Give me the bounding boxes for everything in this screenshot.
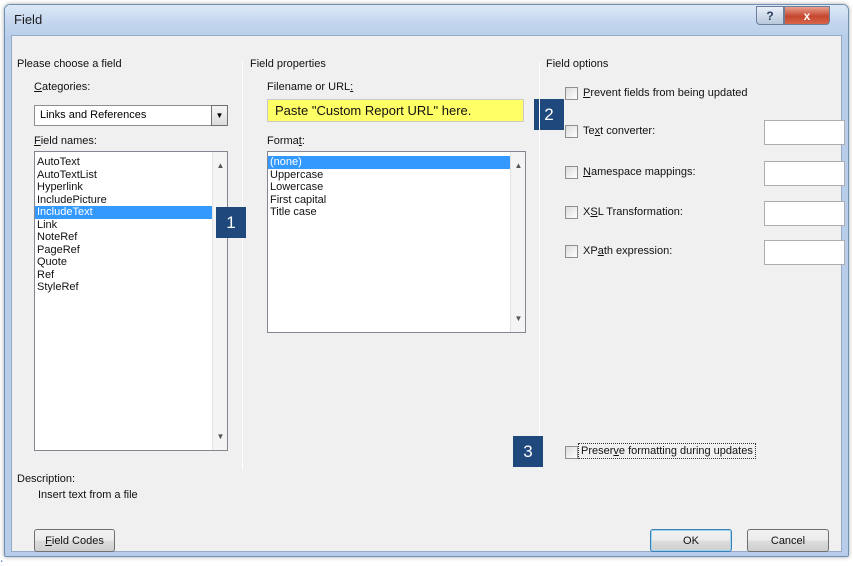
- xsl-transformation-input[interactable]: [764, 201, 845, 226]
- format-label: Format:: [267, 135, 305, 147]
- help-button[interactable]: ?: [756, 6, 784, 25]
- field-dialog: Field ? x Please choose a field Categori…: [4, 4, 849, 557]
- list-item[interactable]: AutoText: [35, 156, 227, 169]
- format-list[interactable]: (none) Uppercase Lowercase First capital…: [267, 151, 526, 333]
- list-item[interactable]: Title case: [268, 206, 525, 219]
- text-converter-label: Text converter:: [583, 125, 656, 137]
- list-item[interactable]: AutoTextList: [35, 169, 227, 182]
- list-item[interactable]: Link: [35, 219, 227, 232]
- categories-dropdown-button[interactable]: ▼: [211, 105, 228, 126]
- dialog-body: Please choose a field Categories: Links …: [11, 35, 845, 552]
- field-codes-button[interactable]: Field Codes: [34, 529, 115, 552]
- field-names-label: Field names:: [34, 135, 97, 147]
- list-item[interactable]: First capital: [268, 194, 525, 207]
- filename-url-input[interactable]: Paste "Custom Report URL" here.: [267, 99, 524, 122]
- callout-badge-1: 1: [216, 207, 246, 238]
- list-item[interactable]: NoteRef: [35, 231, 227, 244]
- ok-button[interactable]: OK: [650, 529, 732, 552]
- categories-dropdown[interactable]: Links and References ▼: [34, 105, 228, 126]
- title-bar: Field ? x: [5, 5, 848, 35]
- namespace-mappings-input[interactable]: [764, 161, 845, 186]
- field-options-group-label: Field options: [546, 58, 609, 70]
- cancel-button[interactable]: Cancel: [747, 529, 829, 552]
- right-divider: [539, 62, 540, 470]
- format-scrollbar[interactable]: ▲ ▼: [510, 152, 525, 332]
- prevent-updates-label: Prevent fields from being updated: [583, 87, 748, 99]
- xsl-transformation-label: XSL Transformation:: [583, 206, 683, 218]
- categories-label: Categories:: [34, 81, 91, 93]
- scroll-down-icon[interactable]: ▼: [213, 429, 227, 444]
- stray-link-mark: :: [0, 556, 4, 566]
- list-item[interactable]: Uppercase: [268, 169, 525, 182]
- field-names-list[interactable]: AutoText AutoTextList Hyperlink IncludeP…: [34, 151, 228, 451]
- scroll-up-icon[interactable]: ▲: [213, 158, 227, 173]
- help-icon: ?: [766, 8, 774, 23]
- list-item[interactable]: IncludePicture: [35, 194, 227, 207]
- description-label: Description:: [17, 473, 76, 485]
- xsl-transformation-checkbox[interactable]: [565, 206, 578, 219]
- close-button[interactable]: x: [784, 6, 830, 25]
- text-converter-checkbox[interactable]: [565, 125, 578, 138]
- left-divider: [242, 62, 243, 470]
- xpath-expression-checkbox[interactable]: [565, 245, 578, 258]
- choose-field-group-label: Please choose a field: [17, 58, 122, 70]
- preserve-formatting-checkbox[interactable]: [565, 446, 578, 459]
- xpath-expression-input[interactable]: [764, 240, 845, 265]
- xpath-expression-label: XPath expression:: [583, 245, 673, 257]
- dialog-title: Field: [14, 12, 43, 27]
- preserve-formatting-label: Preserve formatting during updates: [578, 443, 756, 459]
- namespace-mappings-checkbox[interactable]: [565, 166, 578, 179]
- scroll-up-icon[interactable]: ▲: [511, 158, 525, 173]
- list-item[interactable]: Lowercase: [268, 181, 525, 194]
- filename-url-label: Filename or URL:: [267, 81, 354, 93]
- scroll-down-icon[interactable]: ▼: [511, 311, 525, 326]
- chevron-down-icon: ▼: [215, 111, 224, 120]
- close-icon: x: [803, 8, 811, 23]
- field-names-scrollbar[interactable]: ▲ ▼: [212, 152, 227, 450]
- description-text: Insert text from a file: [38, 489, 138, 501]
- list-item-selected[interactable]: (none): [268, 156, 510, 169]
- text-converter-input[interactable]: [764, 120, 845, 145]
- field-properties-group-label: Field properties: [250, 58, 326, 70]
- list-item[interactable]: StyleRef: [35, 281, 227, 294]
- list-item[interactable]: Hyperlink: [35, 181, 227, 194]
- callout-badge-3: 3: [513, 436, 543, 467]
- categories-selected-value: Links and References: [40, 109, 147, 121]
- prevent-updates-checkbox[interactable]: [565, 87, 578, 100]
- list-item[interactable]: Ref: [35, 269, 227, 282]
- list-item[interactable]: Quote: [35, 256, 227, 269]
- list-item[interactable]: PageRef: [35, 244, 227, 257]
- namespace-mappings-label: Namespace mappings:: [583, 166, 696, 178]
- list-item-selected[interactable]: IncludeText: [35, 206, 212, 219]
